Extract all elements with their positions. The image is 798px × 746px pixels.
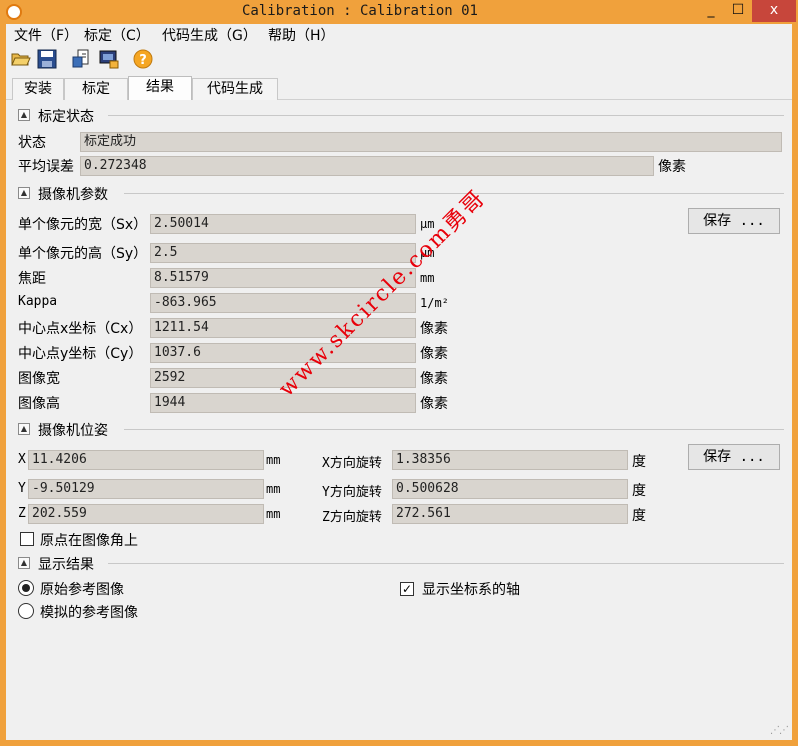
- rotation-field: 0.500628: [392, 479, 628, 499]
- export-icon[interactable]: [70, 48, 92, 70]
- param-label: 焦距: [18, 271, 46, 287]
- simulated-image-radio[interactable]: [18, 603, 34, 619]
- param-label: 图像高: [18, 396, 60, 412]
- menu-calibrate[interactable]: 标定（C）: [84, 25, 150, 45]
- collapse-icon[interactable]: ▲: [18, 187, 30, 199]
- pose-field: 202.559: [28, 504, 264, 524]
- param-label: 中心点y坐标（Cy）: [18, 346, 143, 362]
- tab-bar: 安装 标定 结果 代码生成: [6, 76, 792, 101]
- display-section-header[interactable]: ▲ 显示结果: [14, 554, 784, 573]
- origin-corner-checkbox[interactable]: [20, 532, 34, 546]
- camera-params-header[interactable]: ▲ 摄像机参数: [14, 184, 784, 203]
- param-label: Kappa: [18, 294, 58, 309]
- param-field: 1211.54: [150, 318, 416, 338]
- rotation-label: Z方向旋转: [322, 510, 382, 525]
- tab-calibrate[interactable]: 标定: [64, 78, 128, 100]
- client-area: 文件（F） 标定（C） 代码生成（G） 帮助（H） ? 安装 标定 结果 代码生…: [6, 24, 792, 740]
- tab-results[interactable]: 结果: [128, 76, 192, 101]
- camera-export-icon[interactable]: [98, 48, 120, 70]
- pose-field: -9.50129: [28, 479, 264, 499]
- rotation-unit: 度: [632, 508, 646, 524]
- help-icon-glyph: ?: [139, 53, 147, 68]
- divider: [124, 193, 784, 194]
- mean-error-label: 平均误差: [18, 159, 74, 175]
- rotation-label: X方向旋转: [322, 456, 382, 471]
- maximize-button[interactable]: ☐: [726, 0, 750, 22]
- pose-field: 11.4206: [28, 450, 264, 470]
- menu-bar: 文件（F） 标定（C） 代码生成（G） 帮助（H）: [6, 24, 792, 44]
- minimize-button[interactable]: _: [698, 0, 724, 22]
- pose-label: Z: [18, 506, 26, 521]
- show-axes-label: 显示坐标系的轴: [422, 582, 520, 598]
- param-label: 中心点x坐标（Cx）: [18, 321, 143, 337]
- status-bar: ⋰⋰: [6, 714, 792, 740]
- param-unit: 像素: [420, 321, 448, 337]
- param-field: 2.50014: [150, 214, 416, 234]
- menu-help[interactable]: 帮助（H）: [268, 25, 335, 45]
- status-section-header[interactable]: ▲ 标定状态: [14, 106, 784, 125]
- divider: [108, 563, 784, 564]
- param-unit: 1/m²: [420, 296, 449, 310]
- status-section-title: 标定状态: [38, 109, 94, 125]
- rotation-label: Y方向旋转: [322, 485, 382, 500]
- rotation-unit: 度: [632, 483, 646, 499]
- param-label: 单个像元的高（Sy）: [18, 246, 148, 262]
- mean-error-field: 0.272348: [80, 156, 654, 176]
- camera-pose-title: 摄像机位姿: [38, 423, 108, 439]
- application-window: Calibration : Calibration 01 _ ☐ x 文件（F）…: [0, 0, 798, 746]
- menu-file[interactable]: 文件（F）: [14, 25, 78, 45]
- status-field: 标定成功: [80, 132, 782, 152]
- collapse-icon[interactable]: ▲: [18, 109, 30, 121]
- divider: [108, 115, 784, 116]
- tab-install[interactable]: 安装: [12, 78, 64, 100]
- show-axes-checkbox[interactable]: ✓: [400, 582, 414, 596]
- rotation-unit: 度: [632, 454, 646, 470]
- save-icon[interactable]: [36, 48, 58, 70]
- param-unit: 像素: [420, 371, 448, 387]
- rotation-field: 1.38356: [392, 450, 628, 470]
- collapse-icon[interactable]: ▲: [18, 557, 30, 569]
- pose-unit: mm: [266, 482, 281, 496]
- window-title: Calibration : Calibration 01: [241, 3, 478, 19]
- collapse-icon[interactable]: ▲: [18, 423, 30, 435]
- mean-error-unit: 像素: [658, 159, 686, 175]
- folder-open-icon[interactable]: [10, 48, 32, 70]
- help-icon[interactable]: ?: [132, 48, 154, 70]
- title-bar[interactable]: Calibration : Calibration 01 _ ☐ x: [0, 0, 798, 24]
- pose-label: X: [18, 452, 26, 467]
- results-panel: ▲ 标定状态 状态 标定成功 平均误差 0.272348 像素 ▲ 摄像机参数 …: [8, 100, 788, 712]
- pose-label: Y: [18, 481, 26, 496]
- param-label: 图像宽: [18, 371, 60, 387]
- param-unit: 像素: [420, 346, 448, 362]
- camera-params-title: 摄像机参数: [38, 187, 108, 203]
- simulated-image-label: 模拟的参考图像: [40, 605, 138, 621]
- tab-codegen[interactable]: 代码生成: [192, 78, 278, 100]
- original-image-label: 原始参考图像: [40, 582, 124, 598]
- param-field: 1944: [150, 393, 416, 413]
- status-label: 状态: [18, 135, 46, 151]
- pose-unit: mm: [266, 507, 281, 521]
- param-field: 1037.6: [150, 343, 416, 363]
- origin-corner-label: 原点在图像角上: [40, 533, 138, 549]
- param-unit: 像素: [420, 396, 448, 412]
- resize-grip-icon[interactable]: ⋰⋰: [770, 725, 789, 736]
- divider: [124, 429, 784, 430]
- display-section-title: 显示结果: [38, 557, 94, 573]
- pose-unit: mm: [266, 453, 281, 467]
- toolbar: ?: [6, 46, 792, 72]
- rotation-field: 272.561: [392, 504, 628, 524]
- param-label: 单个像元的宽（Sx）: [18, 217, 148, 233]
- save-pose-button[interactable]: 保存 ...: [688, 444, 780, 470]
- save-params-button[interactable]: 保存 ...: [688, 208, 780, 234]
- close-button[interactable]: x: [752, 0, 796, 22]
- original-image-radio[interactable]: [18, 580, 34, 596]
- param-field: 2.5: [150, 243, 416, 263]
- menu-codegen[interactable]: 代码生成（G）: [162, 25, 257, 45]
- camera-pose-header[interactable]: ▲ 摄像机位姿: [14, 420, 784, 439]
